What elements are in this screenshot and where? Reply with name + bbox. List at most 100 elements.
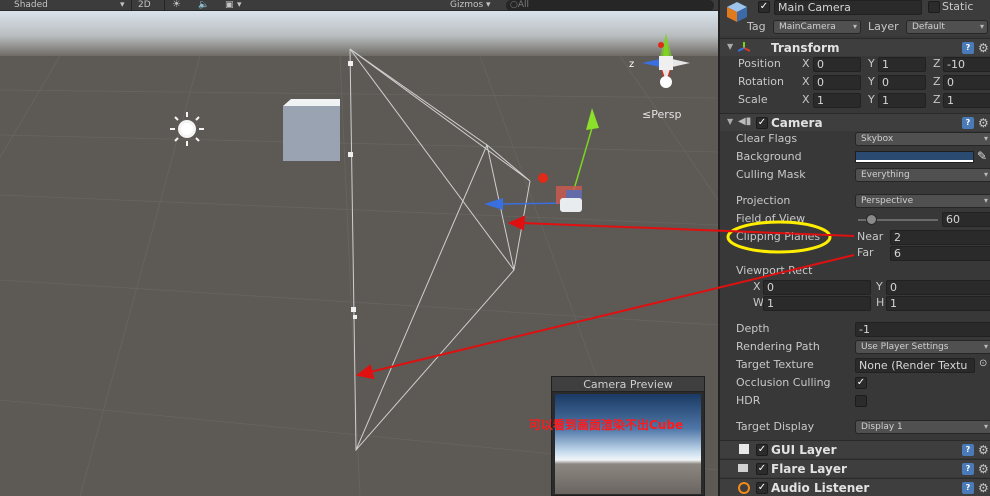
field-of-view-label: Field of View: [736, 212, 806, 225]
flare-layer-header[interactable]: ✓ Flare Layer ? ⚙: [720, 459, 990, 477]
scale-y-field[interactable]: 1: [878, 93, 926, 108]
object-active-checkbox[interactable]: ✓: [758, 1, 770, 13]
chevron-down-icon: ▾: [983, 422, 988, 431]
cube-object[interactable]: [283, 99, 340, 161]
audio-listener-header[interactable]: ✓ Audio Listener ? ⚙: [720, 478, 990, 496]
rotation-y-field[interactable]: 0: [878, 75, 926, 90]
scene-toolbar: Shaded ▾ 2D ☀ 🔈 ▣ ▾ Gizmos ▾ ○All: [0, 0, 718, 11]
background-color-swatch[interactable]: [855, 151, 974, 163]
camera-title: Camera: [771, 116, 823, 130]
camera-preview-image: [555, 394, 701, 494]
camera-enabled-checkbox[interactable]: ✓: [756, 117, 768, 129]
shading-mode-dropdown[interactable]: Shaded ▾: [14, 0, 125, 11]
viewport-x-label: X: [753, 280, 761, 293]
rotation-z-field[interactable]: 0: [943, 75, 990, 90]
viewport-w-field[interactable]: 1: [763, 296, 871, 311]
projection-value: Perspective: [861, 196, 914, 206]
projection-label[interactable]: ≤Persp: [642, 108, 681, 121]
depth-label: Depth: [736, 322, 770, 335]
static-checkbox[interactable]: [928, 1, 940, 13]
object-name-field[interactable]: Main Camera: [774, 0, 922, 15]
position-x-field[interactable]: 0: [813, 57, 861, 72]
axis-x-label: X: [802, 75, 810, 88]
tag-label: Tag: [747, 20, 766, 33]
camera-preview-panel: Camera Preview: [551, 376, 705, 496]
tag-dropdown[interactable]: MainCamera ▾: [773, 20, 861, 34]
audio-toggle-icon[interactable]: 🔈: [198, 0, 209, 11]
help-book-icon[interactable]: ?: [962, 42, 974, 54]
gui-layer-header[interactable]: ✓ GUI Layer ? ⚙: [720, 440, 990, 458]
skybox-horizon: [0, 11, 718, 56]
background-label: Background: [736, 150, 802, 163]
gear-icon[interactable]: ⚙: [978, 117, 989, 129]
projection-dropdown[interactable]: Perspective ▾: [855, 194, 990, 208]
rotation-label: Rotation: [738, 75, 785, 88]
scene-lighting-icon[interactable]: ☀: [172, 0, 181, 11]
hdr-checkbox[interactable]: [855, 395, 867, 407]
transform-header[interactable]: ▼ Transform ? ⚙: [720, 38, 990, 56]
rotation-x-field[interactable]: 0: [813, 75, 861, 90]
axis-z-label: Z: [933, 57, 941, 70]
depth-row: Depth -1: [720, 321, 990, 339]
rendering-path-dropdown[interactable]: Use Player Settings ▾: [855, 340, 990, 354]
effects-icon[interactable]: ▣: [225, 0, 234, 11]
culling-mask-dropdown[interactable]: Everything ▾: [855, 168, 990, 182]
scale-x-field[interactable]: 1: [813, 93, 861, 108]
gear-icon[interactable]: ⚙: [978, 444, 989, 456]
camera-component-icon: ◀▮: [738, 116, 752, 127]
camera-header[interactable]: ▼ ◀▮ ✓ Camera ? ⚙: [720, 113, 990, 131]
help-book-icon[interactable]: ?: [962, 444, 974, 456]
help-book-icon[interactable]: ?: [962, 482, 974, 494]
near-field[interactable]: 2: [890, 230, 990, 245]
mode-2d-toggle[interactable]: 2D: [138, 0, 151, 11]
target-texture-label: Target Texture: [736, 358, 814, 371]
flare-layer-checkbox[interactable]: ✓: [756, 463, 768, 475]
depth-field[interactable]: -1: [855, 322, 990, 337]
projection-label: Projection: [736, 194, 791, 207]
fov-value-field[interactable]: 60: [942, 212, 990, 227]
gear-icon[interactable]: ⚙: [978, 463, 989, 475]
culling-mask-label: Culling Mask: [736, 168, 806, 181]
audio-listener-checkbox[interactable]: ✓: [756, 482, 768, 494]
gizmos-dropdown[interactable]: Gizmos ▾: [450, 0, 491, 11]
layer-dropdown[interactable]: Default ▾: [906, 20, 988, 34]
culling-mask-value: Everything: [861, 170, 910, 180]
hdr-row: HDR: [720, 393, 990, 411]
clear-flags-dropdown[interactable]: Skybox ▾: [855, 132, 990, 146]
rendering-path-label: Rendering Path: [736, 340, 820, 353]
toolbar-divider: [164, 0, 165, 11]
target-texture-field[interactable]: None (Render Textu: [855, 358, 975, 373]
help-book-icon[interactable]: ?: [962, 117, 974, 129]
help-book-icon[interactable]: ?: [962, 463, 974, 475]
object-header: ✓ Main Camera Static Tag MainCamera ▾ Lay…: [720, 0, 990, 36]
far-field[interactable]: 6: [890, 246, 990, 261]
foldout-arrow-icon[interactable]: ▼: [727, 42, 733, 51]
axis-z-label: Z: [933, 75, 941, 88]
gear-icon[interactable]: ⚙: [978, 42, 989, 54]
position-y-field[interactable]: 1: [878, 57, 926, 72]
viewport-rect-label: Viewport Rect: [736, 264, 813, 277]
near-label: Near: [857, 230, 884, 243]
eyedropper-icon[interactable]: ✎: [977, 149, 987, 163]
viewport-x-field[interactable]: 0: [763, 280, 871, 295]
search-input[interactable]: ○All: [506, 0, 714, 11]
fov-slider-thumb[interactable]: [866, 214, 878, 225]
clear-flags-value: Skybox: [861, 134, 894, 144]
occlusion-culling-row: Occlusion Culling ✓: [720, 375, 990, 393]
chevron-down-icon: ▾: [983, 170, 988, 179]
gui-layer-checkbox[interactable]: ✓: [756, 444, 768, 456]
scene-view[interactable]: Shaded ▾ 2D ☀ 🔈 ▣ ▾ Gizmos ▾ ○All z ≤Per…: [0, 0, 718, 496]
gear-icon[interactable]: ⚙: [978, 482, 989, 494]
occlusion-culling-checkbox[interactable]: ✓: [855, 377, 867, 389]
chevron-down-icon: ▾: [983, 134, 988, 143]
object-picker-icon[interactable]: ⊙: [979, 358, 987, 369]
position-label: Position: [738, 57, 781, 70]
scale-z-field[interactable]: 1: [943, 93, 990, 108]
static-label: Static: [942, 0, 974, 13]
field-of-view-row: Field of View 60: [720, 211, 990, 229]
viewport-h-field[interactable]: 1: [886, 296, 990, 311]
viewport-y-field[interactable]: 0: [886, 280, 990, 295]
foldout-arrow-icon[interactable]: ▼: [727, 117, 733, 126]
position-z-field[interactable]: -10: [943, 57, 990, 72]
target-display-dropdown[interactable]: Display 1 ▾: [855, 420, 990, 434]
